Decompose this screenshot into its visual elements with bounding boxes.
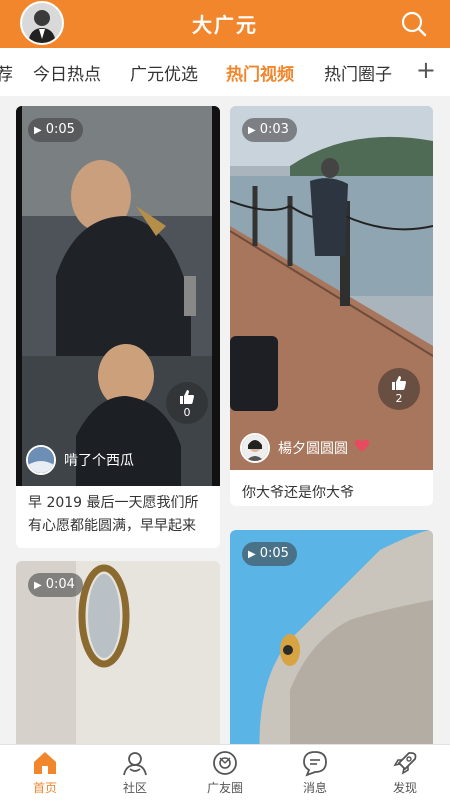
tab-hot-videos[interactable]: 热门视频 [226, 60, 294, 85]
duration-text: 0:03 [259, 122, 289, 137]
heart-icon [354, 439, 370, 457]
author-info[interactable]: 楊夕圆圆圆 [240, 432, 370, 464]
nav-discover[interactable]: 发现 [375, 749, 435, 796]
video-duration: ▶ 0:04 [28, 573, 83, 597]
nav-label: 发现 [392, 781, 417, 795]
video-card[interactable]: ▶ 0:04 [16, 561, 220, 761]
video-thumbnail[interactable]: ▶ 0:05 [230, 530, 433, 760]
tab-recommend[interactable]: 荐 [0, 60, 13, 85]
video-card[interactable]: ▶ 0:03 2 楊夕圆圆圆 你大爷还是你大爷 [230, 106, 433, 506]
message-icon [303, 751, 327, 777]
video-thumbnail[interactable]: ▶ 0:03 2 楊夕圆圆圆 [230, 106, 433, 470]
thumbs-up-icon [180, 390, 194, 404]
add-tab-icon[interactable]: + [416, 56, 436, 84]
search-icon[interactable] [400, 10, 428, 38]
tab-hot-circles[interactable]: 热门圈子 [324, 60, 392, 85]
like-count: 2 [395, 392, 403, 405]
video-duration: ▶ 0:03 [242, 118, 297, 142]
bottom-nav: 首页 社区 广友圈 消息 发现 [0, 744, 450, 800]
video-caption: 早 2019 最后一天愿我们所有心愿都能圆满，早早起来 [28, 495, 199, 534]
nav-label: 广友圈 [206, 781, 243, 795]
tab-today-hot[interactable]: 今日热点 [33, 60, 101, 85]
video-duration: ▶ 0:05 [28, 118, 83, 142]
nav-home[interactable]: 首页 [15, 749, 75, 796]
author-name: 楊夕圆圆圆 [278, 441, 348, 457]
nav-label: 消息 [302, 781, 327, 795]
like-button[interactable]: 2 [378, 368, 420, 410]
duration-text: 0:05 [259, 546, 289, 561]
nav-label: 首页 [32, 781, 57, 795]
app-title: 大广元 [192, 13, 258, 37]
author-avatar[interactable] [240, 433, 270, 463]
video-duration: ▶ 0:05 [242, 542, 297, 566]
tab-guangyuan-picks[interactable]: 广元优选 [130, 60, 198, 85]
nav-friends-circle[interactable]: 广友圈 [195, 749, 255, 796]
video-thumbnail[interactable]: ▶ 0:05 0 啃了个西瓜 [16, 106, 220, 486]
app-header: 大广元 [0, 0, 450, 48]
author-info[interactable]: 啃了个西瓜 [26, 444, 134, 476]
author-name: 啃了个西瓜 [64, 453, 134, 469]
rocket-icon [393, 752, 417, 775]
nav-messages[interactable]: 消息 [285, 749, 345, 796]
duration-text: 0:05 [45, 122, 75, 137]
video-thumbnail[interactable]: ▶ 0:04 [16, 561, 220, 761]
duration-text: 0:04 [45, 577, 75, 592]
video-caption: 你大爷还是你大爷 [242, 485, 354, 501]
community-icon [123, 752, 147, 776]
category-tabs: 荐 今日热点 广元优选 热门视频 热门圈子 + [0, 48, 450, 96]
home-icon [34, 752, 56, 774]
thumbs-up-icon [392, 376, 406, 390]
video-card[interactable]: ▶ 0:05 0 啃了个西瓜 早 2019 最后一天愿我们所有心愿都能圆满，早早起… [16, 106, 220, 548]
nav-label: 社区 [122, 781, 147, 795]
nav-community[interactable]: 社区 [105, 749, 165, 796]
author-avatar[interactable] [26, 445, 56, 475]
video-card[interactable]: ▶ 0:05 [230, 530, 433, 760]
like-button[interactable]: 0 [166, 382, 208, 424]
friends-circle-icon [213, 751, 237, 775]
like-count: 0 [183, 406, 191, 419]
